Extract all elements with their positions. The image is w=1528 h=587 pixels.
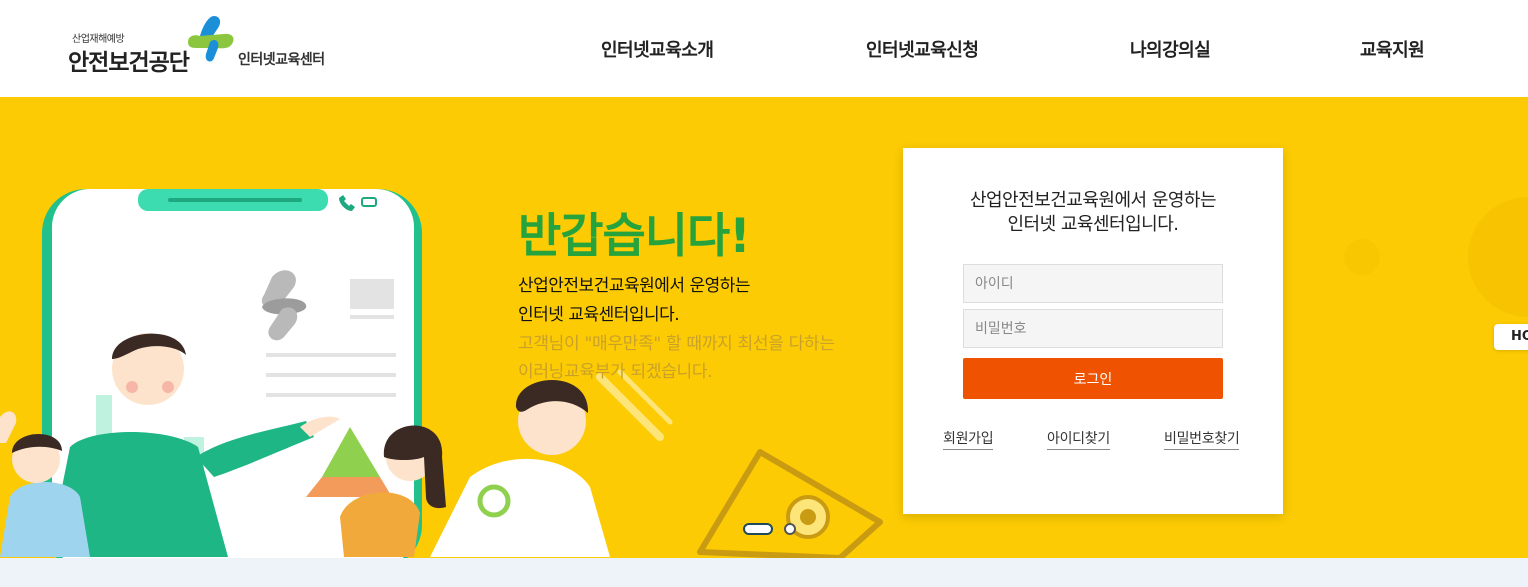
login-panel: 산업안전보건교육원에서 운영하는 인터넷 교육센터입니다. 로그인 회원가입 아…	[903, 148, 1283, 514]
find-id-link[interactable]: 아이디찾기	[1047, 428, 1110, 450]
welcome-heading: 반갑습니다!	[518, 209, 751, 264]
side-home-tab[interactable]: HO	[1494, 324, 1528, 350]
hero-banner: 반갑습니다! 산업안전보건교육원에서 운영하는 인터넷 교육센터입니다. 고객님…	[0, 97, 1528, 558]
hero-illustration	[0, 189, 1528, 558]
nav-internet-education-apply[interactable]: 인터넷교육신청	[866, 36, 979, 62]
site-logo[interactable]: 산업재해예방 안전보건공단 인터넷교육센터	[68, 14, 348, 78]
nav-internet-education-intro[interactable]: 인터넷교육소개	[601, 36, 714, 62]
id-input[interactable]	[963, 264, 1223, 303]
find-password-link[interactable]: 비밀번호찾기	[1164, 428, 1240, 450]
login-title-line1: 산업안전보건교육원에서 운영하는	[969, 190, 1217, 211]
hero-intro-line3: 고객님이 "매우만족" 할 때까지 최선을 다하는	[518, 334, 835, 354]
footer-band	[0, 558, 1528, 587]
slider-dot-active[interactable]	[743, 523, 773, 535]
login-button[interactable]: 로그인	[963, 358, 1223, 399]
nav-education-support[interactable]: 교육지원	[1360, 36, 1425, 62]
hero-intro-line2: 인터넷 교육센터입니다.	[518, 305, 680, 325]
logo-title: 안전보건공단	[68, 50, 190, 76]
login-title-line2: 인터넷 교육센터입니다.	[1007, 214, 1179, 235]
logo-cross-icon	[188, 16, 234, 62]
site-header: 산업재해예방 안전보건공단 인터넷교육센터 인터넷교육소개 인터넷교육신청 나의…	[0, 0, 1528, 97]
nav-my-classroom[interactable]: 나의강의실	[1130, 36, 1211, 62]
password-input[interactable]	[963, 309, 1223, 348]
hero-intro-line1: 산업안전보건교육원에서 운영하는	[518, 276, 751, 296]
hero-intro-line4: 이러닝교육부가 되겠습니다.	[518, 362, 713, 382]
signup-link[interactable]: 회원가입	[943, 428, 994, 450]
slider-dot[interactable]	[784, 523, 796, 535]
logo-center-text: 인터넷교육센터	[238, 52, 325, 68]
